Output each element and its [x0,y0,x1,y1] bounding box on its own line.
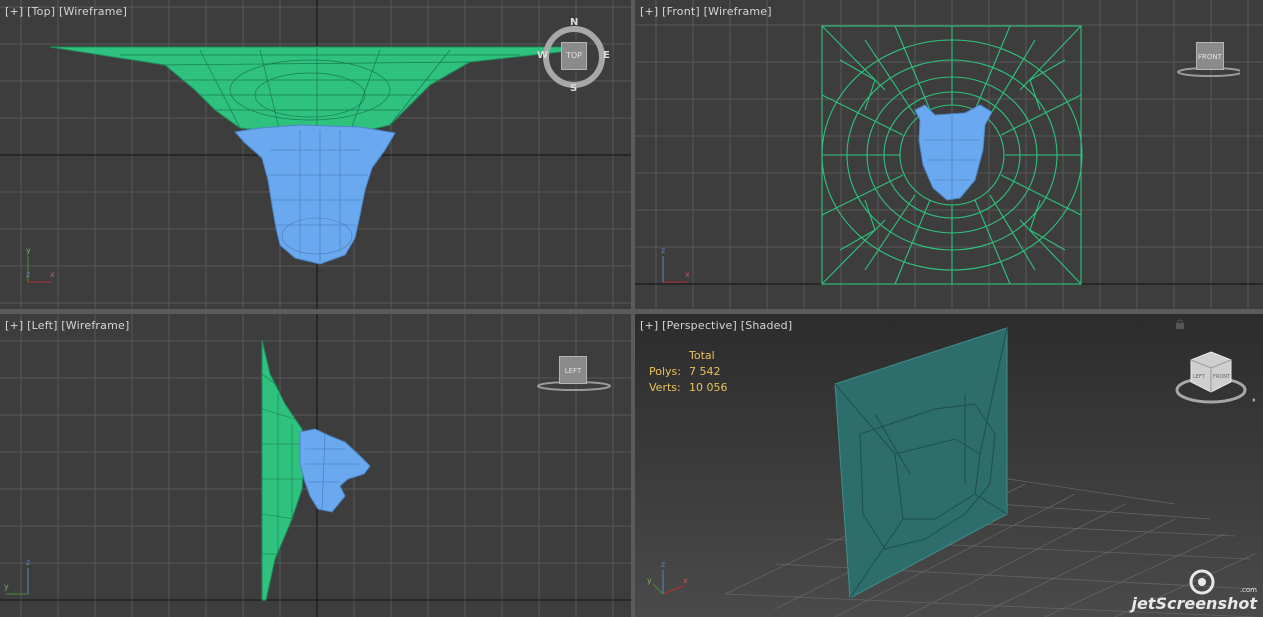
viewport-plus-menu[interactable]: [+] [640,319,658,332]
axis-label-z: z [26,558,31,567]
viewport-shading-menu[interactable]: [Shaded] [741,319,793,332]
viewcube-front[interactable]: FRONT [1170,40,1240,80]
watermark-brand: jetScreenshot [1131,594,1257,613]
watermark: jetScreenshot .com [1131,586,1257,613]
viewport-view-menu[interactable]: [Front] [662,5,700,18]
axis-label-x: x [50,270,55,279]
stats-polys-value: 7 542 [689,365,721,378]
viewport-label-front: [+] [Front] [Wireframe] [640,5,772,18]
viewport-shading-menu[interactable]: [Wireframe] [61,319,129,332]
lock-icon[interactable] [1175,319,1185,329]
viewport-left[interactable]: [+] [Left] [Wireframe] z y LEFT [0,314,631,617]
compass-north: N [570,17,579,28]
axis-label-x: x [683,576,688,585]
stats-verts-value: 10 056 [689,381,728,394]
axis-label-z: z [661,246,666,255]
viewport-label-top: [+] [Top] [Wireframe] [5,5,127,18]
viewcube-top[interactable]: TOP N S E W [537,17,610,94]
axis-label-z: z [661,560,666,569]
stats-polys-label: Polys: [649,365,681,378]
viewcube-left[interactable]: LEFT [535,354,615,394]
viewport-label-left: [+] [Left] [Wireframe] [5,319,129,332]
viewport-view-menu[interactable]: [Top] [27,5,55,18]
stats-header: Total [689,349,715,362]
viewport-perspective[interactable]: [+] [Perspective] [Shaded] Total Polys: 7… [635,314,1263,617]
viewport-shading-menu[interactable]: [Wireframe] [59,5,127,18]
viewport-view-menu[interactable]: [Perspective] [662,319,737,332]
viewport-front[interactable]: [+] [Front] [Wireframe] z x FRONT [635,0,1263,309]
viewcube-face-top[interactable]: TOP [561,42,587,70]
axis-label-y: y [647,576,652,585]
viewport-perspective-scene [635,314,1263,617]
compass-east: E [603,50,610,61]
viewcube-face-left[interactable]: LEFT [1193,374,1205,380]
viewcube-face-left[interactable]: LEFT [559,356,587,384]
compass-west: W [537,50,549,61]
viewport-plus-menu[interactable]: [+] [5,5,23,18]
viewcube-face-front[interactable]: FRONT [1213,374,1230,380]
compass-south: S [570,83,578,94]
viewport-plus-menu[interactable]: [+] [5,319,23,332]
viewport-top-scene [0,0,631,309]
viewport-plus-menu[interactable]: [+] [640,5,658,18]
axis-label-y: y [4,582,9,591]
viewport-front-scene [635,0,1263,309]
axis-label-x: x [685,270,690,279]
viewport-label-perspective: [+] [Perspective] [Shaded] [640,319,792,332]
stats-verts-label: Verts: [649,381,681,394]
axis-label-z: z [26,270,31,279]
watermark-suffix: .com [1239,586,1257,594]
axis-label-y: y [26,246,31,255]
viewport-top[interactable]: [+] [Top] [Wireframe] y z x TOP N S E W [0,0,631,309]
viewcube-perspective[interactable]: LEFT FRONT [1171,342,1255,412]
viewport-view-menu[interactable]: [Left] [27,319,57,332]
viewport-shading-menu[interactable]: [Wireframe] [704,5,772,18]
viewcube-face-front[interactable]: FRONT [1196,42,1224,70]
statistics-overlay: Total Polys: 7 542 Verts: 10 056 [649,348,728,396]
camera-shutter-icon [1189,569,1215,595]
